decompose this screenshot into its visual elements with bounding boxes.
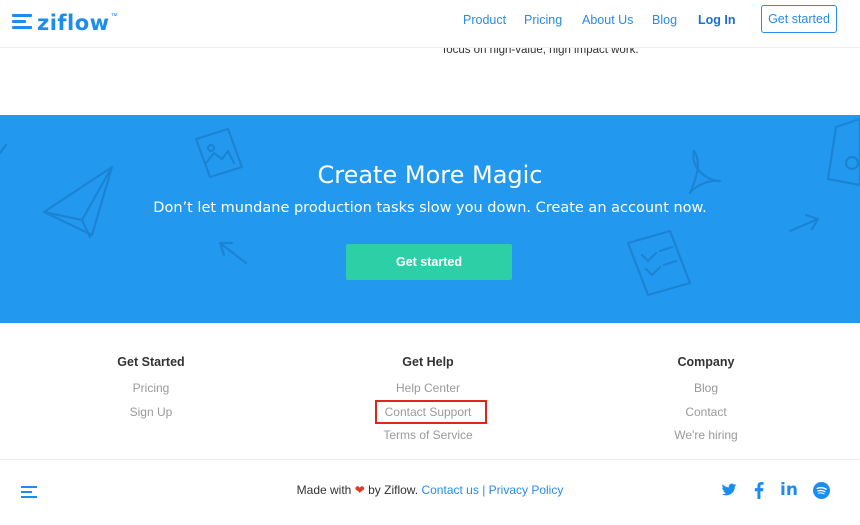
footer-link-were-hiring[interactable]: We're hiring: [626, 428, 786, 442]
footer-link-terms-of-service[interactable]: Terms of Service: [348, 428, 508, 442]
nav-about-us[interactable]: About Us: [582, 12, 633, 28]
nav-product[interactable]: Product: [463, 12, 506, 28]
site-header: ziflow ™ Product Pricing About Us Blog L…: [0, 0, 860, 48]
linkedin-icon[interactable]: in: [780, 480, 798, 500]
footer-heading-get-help: Get Help: [402, 355, 454, 369]
logo-text: ziflow: [37, 11, 110, 35]
decorative-icons: [0, 117, 860, 297]
footer-link-sign-up[interactable]: Sign Up: [71, 405, 231, 419]
hero-get-started-button[interactable]: Get started: [346, 244, 512, 280]
ziflow-logo[interactable]: ziflow ™: [12, 9, 118, 37]
link-separator: |: [482, 483, 486, 497]
header-get-started-button[interactable]: Get started: [761, 5, 837, 33]
contact-us-link[interactable]: Contact us: [421, 483, 478, 497]
nav-log-in[interactable]: Log In: [698, 12, 736, 28]
footer-heading-company: Company: [677, 355, 735, 369]
spotify-icon[interactable]: [813, 482, 830, 499]
hero-subtitle: Don’t let mundane production tasks slow …: [153, 200, 707, 216]
twitter-icon[interactable]: [721, 482, 737, 498]
nav-pricing[interactable]: Pricing: [524, 12, 562, 28]
privacy-policy-link[interactable]: Privacy Policy: [489, 483, 564, 497]
heart-icon: ❤: [354, 483, 365, 497]
footer-link-blog[interactable]: Blog: [626, 381, 786, 395]
facebook-icon[interactable]: [752, 482, 766, 499]
footer-link-contact[interactable]: Contact: [626, 405, 786, 419]
arrow-icon: [788, 213, 820, 233]
checklist-file-icon: [626, 229, 692, 297]
made-with-text: Made with: [296, 483, 352, 497]
footer-link-help-center[interactable]: Help Center: [348, 381, 508, 395]
arrow-icon: [218, 241, 248, 265]
highlight-box: [375, 400, 487, 424]
by-ziflow-text: by Ziflow.: [368, 483, 419, 497]
logo-trademark: ™: [110, 13, 118, 20]
footer-link-pricing[interactable]: Pricing: [71, 381, 231, 395]
nav-blog[interactable]: Blog: [652, 12, 677, 28]
hero-title: Create More Magic: [317, 161, 543, 189]
footer-heading-get-started: Get Started: [117, 355, 185, 369]
hero-banner: Create More Magic Don’t let mundane prod…: [0, 115, 860, 323]
ziflow-logo-mark-icon: [12, 14, 32, 34]
footer-divider: [0, 459, 860, 460]
